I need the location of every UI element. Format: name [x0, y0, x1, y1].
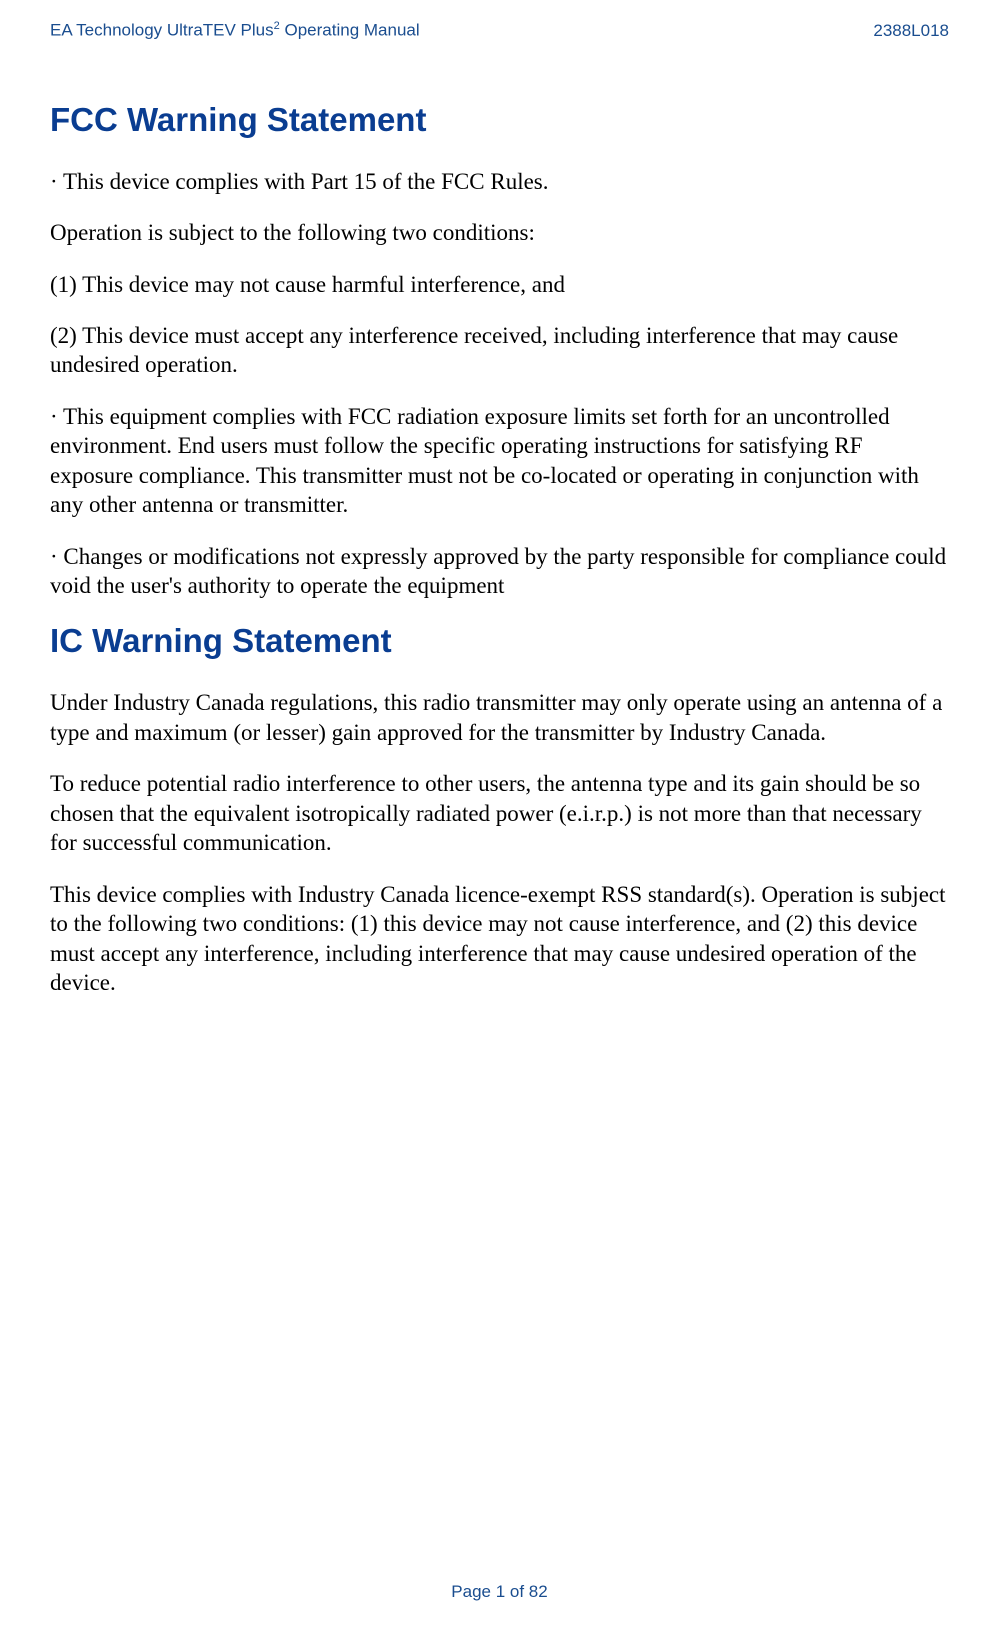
ic-paragraph-3: This device complies with Industry Canad… [50, 880, 949, 998]
fcc-paragraph-2: Operation is subject to the following tw… [50, 218, 949, 247]
header-product-prefix: EA Technology UltraTEV Plus [50, 21, 274, 40]
fcc-paragraph-5: · This equipment complies with FCC radia… [50, 402, 949, 520]
section-title-ic: IC Warning Statement [50, 622, 949, 660]
document-page: EA Technology UltraTEV Plus2 Operating M… [0, 0, 999, 1632]
fcc-paragraph-3: (1) This device may not cause harmful in… [50, 270, 949, 299]
page-header: EA Technology UltraTEV Plus2 Operating M… [50, 20, 949, 41]
page-footer: Page 1 of 82 [50, 1582, 949, 1602]
ic-paragraph-2: To reduce potential radio interference t… [50, 769, 949, 857]
fcc-paragraph-1: · This device complies with Part 15 of t… [50, 167, 949, 196]
section-title-fcc: FCC Warning Statement [50, 101, 949, 139]
header-left: EA Technology UltraTEV Plus2 Operating M… [50, 20, 420, 41]
header-doc-number: 2388L018 [873, 21, 949, 41]
fcc-paragraph-6: · Changes or modifications not expressly… [50, 542, 949, 601]
page-content: FCC Warning Statement · This device comp… [50, 101, 949, 1582]
ic-paragraph-1: Under Industry Canada regulations, this … [50, 688, 949, 747]
header-product-suffix: Operating Manual [280, 21, 420, 40]
fcc-paragraph-4: (2) This device must accept any interfer… [50, 321, 949, 380]
